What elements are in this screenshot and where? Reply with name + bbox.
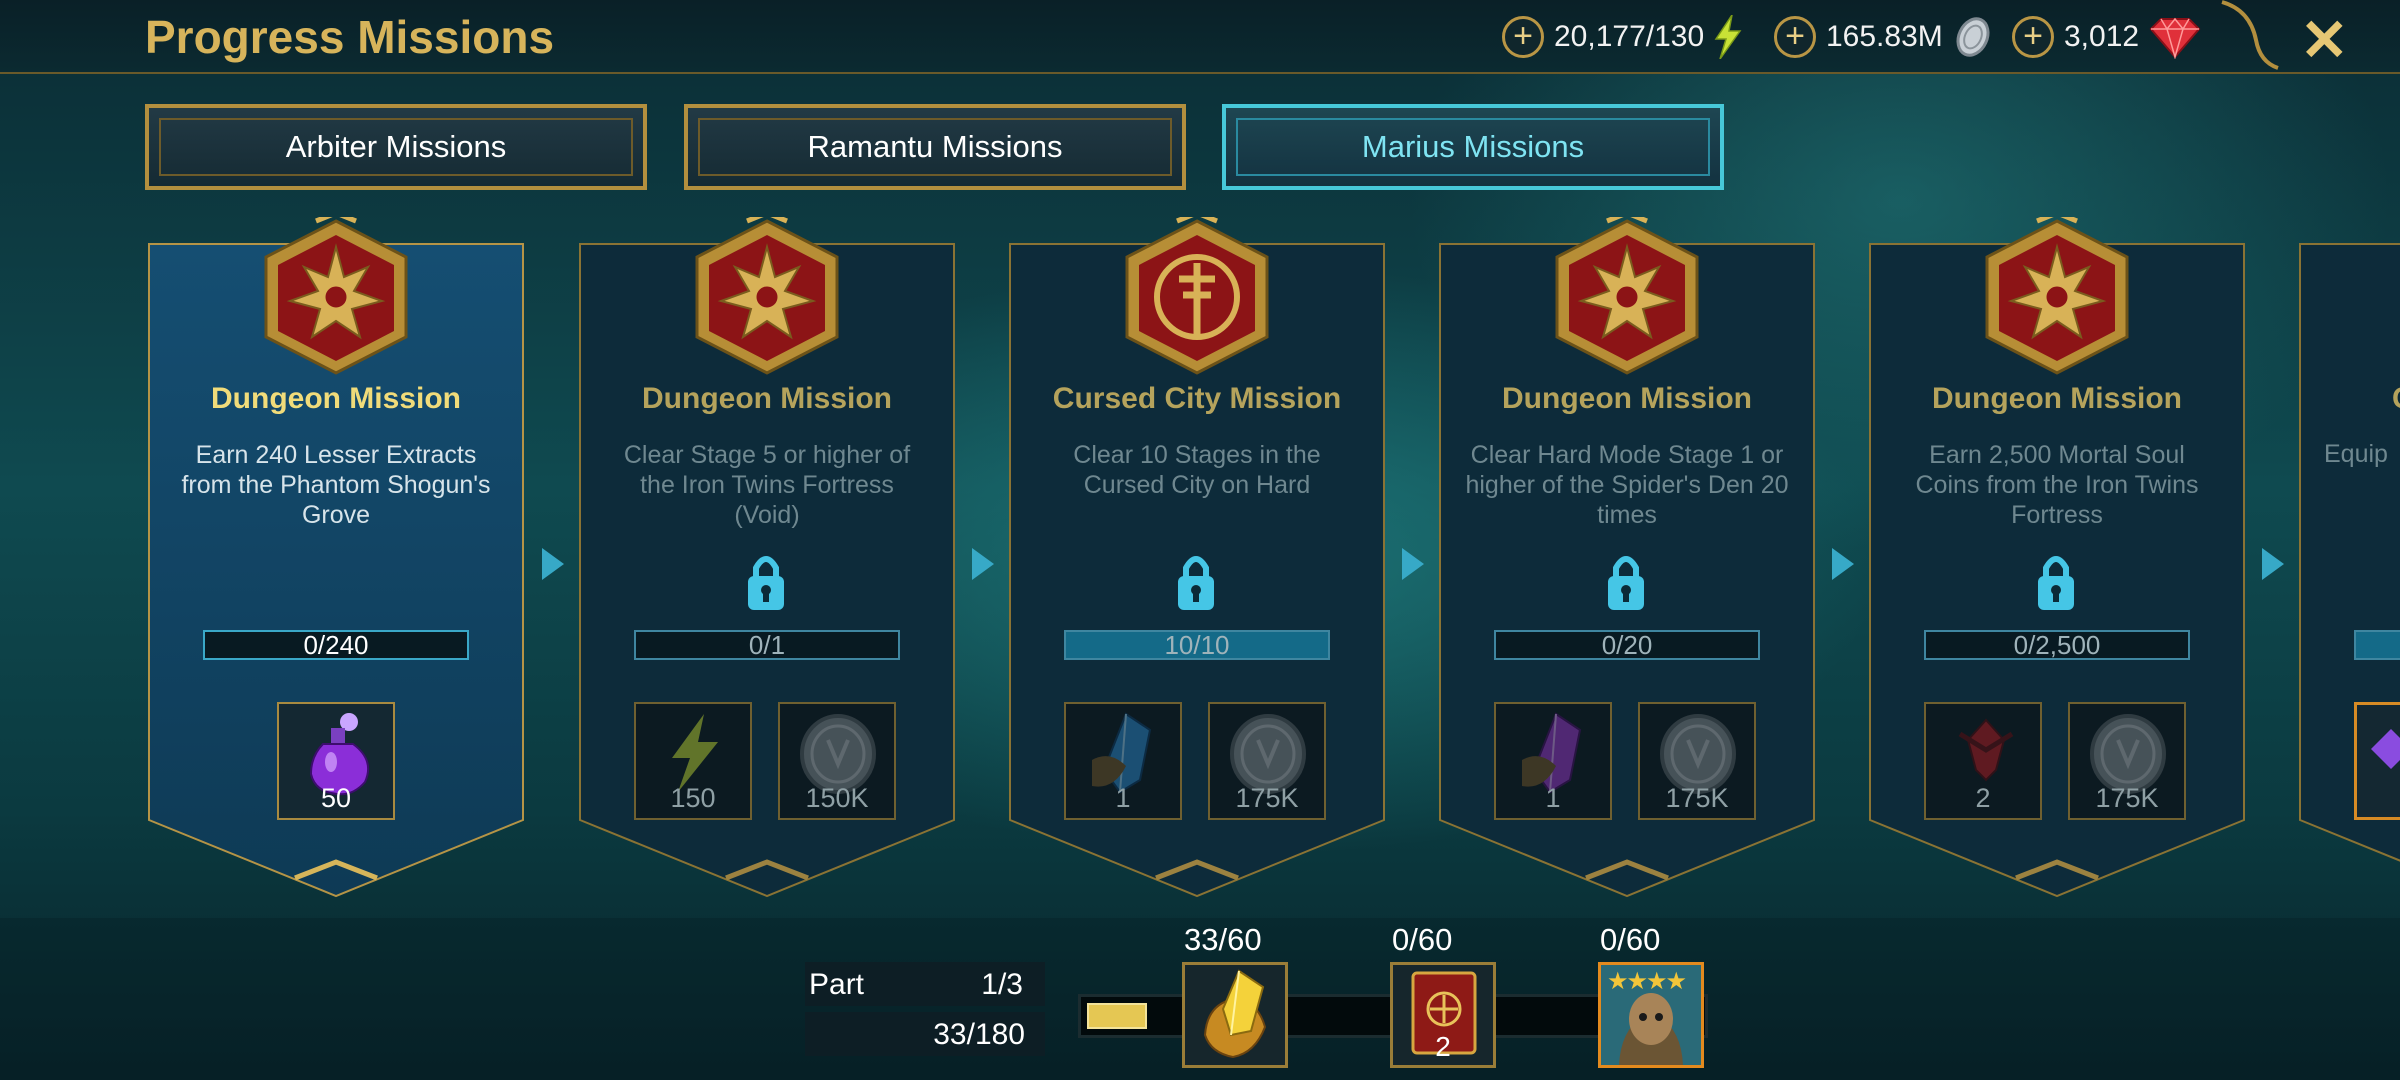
- ruby-gem-icon: [2147, 15, 2203, 59]
- mission-description: Earn 240 Lesser Extracts from the Phanto…: [181, 441, 491, 529]
- next-arrow-icon: [972, 548, 994, 580]
- purple-gem-icon: [2371, 729, 2400, 769]
- mission-title: Dungeon Mission: [1502, 382, 1752, 415]
- lock-icon: [2032, 552, 2080, 614]
- total-progress: 33/180: [933, 1018, 1025, 1051]
- next-arrow-icon: [2262, 548, 2284, 580]
- part-value: 1/3: [981, 968, 1023, 1001]
- reward-slot[interactable]: 175K: [2068, 702, 2186, 820]
- reward-slot[interactable]: [2354, 702, 2400, 820]
- part-label: Part: [809, 968, 865, 1001]
- add-energy-button[interactable]: +: [1502, 16, 1544, 58]
- mission-description: Earn 2,500 Mortal Soul Coins from the Ir…: [1915, 441, 2199, 529]
- lock-icon: [1172, 552, 1220, 614]
- gems-value: 3,012: [2064, 20, 2140, 53]
- mission-card-2[interactable]: Dungeon Mission Clear Stage 5 or higher …: [576, 170, 958, 900]
- lock-icon: [1602, 552, 1650, 614]
- mission-progress-text: 0/1: [748, 630, 786, 660]
- milestone-reward-2[interactable]: 2: [1390, 962, 1496, 1068]
- overall-progress-fill: [1087, 1003, 1147, 1029]
- mission-progress-bar: 0/20: [1494, 630, 1760, 660]
- reward-qty: 1: [1545, 783, 1561, 813]
- reward-qty: 175K: [1235, 783, 1299, 813]
- tab-label: Arbiter Missions: [159, 118, 633, 176]
- silver-resource: + 165.83M: [1774, 14, 1995, 60]
- mission-progress-bar: 0/240: [203, 630, 469, 660]
- reward-slot[interactable]: 150K: [778, 702, 896, 820]
- milestone-reward-1[interactable]: [1182, 962, 1288, 1068]
- dragon-crest-icon: [687, 217, 847, 377]
- mission-card-4[interactable]: Dungeon Mission Clear Hard Mode Stage 1 …: [1436, 170, 1818, 900]
- mission-description: Clear 10 Stages in the Cursed City on Ha…: [1073, 441, 1321, 499]
- mission-card-5[interactable]: Dungeon Mission Earn 2,500 Mortal Soul C…: [1866, 170, 2248, 900]
- mission-title: Dungeon Mission: [211, 382, 461, 415]
- add-gems-button[interactable]: +: [2012, 16, 2054, 58]
- lock-icon: [742, 552, 790, 614]
- page-title: Progress Missions: [145, 11, 555, 63]
- lightning-icon: [1712, 15, 1744, 59]
- total-progress-box: 33/180: [805, 1012, 1045, 1056]
- next-arrow-icon: [542, 548, 564, 580]
- mission-progress-text: 0/2,500: [2013, 630, 2101, 660]
- milestone-label: 0/60: [1392, 922, 1453, 957]
- reward-qty: 1: [1115, 783, 1131, 813]
- energy-resource: + 20,177/130: [1502, 14, 1744, 60]
- reward-qty: 175K: [2095, 783, 2159, 813]
- reward-qty: 2: [1975, 783, 1991, 813]
- part-indicator: Part 1/3: [805, 962, 1045, 1006]
- reward-slot[interactable]: 150: [634, 702, 752, 820]
- corner-ornament: [2221, 0, 2279, 70]
- reward-slot[interactable]: 1: [1064, 702, 1182, 820]
- milestone-label: 0/60: [1600, 922, 1661, 957]
- next-arrow-icon: [1402, 548, 1424, 580]
- cursed-city-crest-icon: [1117, 217, 1277, 377]
- mission-title: Dungeon Mission: [1932, 382, 2182, 415]
- close-icon[interactable]: ✕: [2300, 6, 2349, 74]
- mission-progress-text: 10/10: [1164, 630, 1230, 660]
- energy-value: 20,177/130: [1554, 20, 1705, 53]
- dragon-crest-icon: [1547, 217, 1707, 377]
- mission-description: Clear Stage 5 or higher of the Iron Twin…: [623, 441, 911, 529]
- mission-title: Dungeon Mission: [642, 382, 892, 415]
- tab-label: Marius Missions: [1236, 118, 1710, 176]
- top-bar: Progress Missions + 20,177/130 + 165.83M…: [0, 0, 2400, 74]
- mission-progress-bar: 0/1: [634, 630, 900, 660]
- reward-slot[interactable]: 50: [277, 702, 395, 820]
- reward-qty: 50: [320, 783, 352, 813]
- mission-progress-text: 0/240: [303, 630, 369, 660]
- gold-helmet-shard-icon: [1203, 969, 1267, 1059]
- reward-qty: 150: [670, 783, 716, 813]
- gems-resource: + 3,012: [2012, 14, 2203, 60]
- mission-title: Cursed City Mission: [1052, 382, 1342, 415]
- reward-slot[interactable]: 2: [1924, 702, 2042, 820]
- reward-qty: 150K: [805, 783, 869, 813]
- milestone-reward-3[interactable]: ★★★★: [1598, 962, 1704, 1068]
- mission-progress-text: 0/20: [1601, 630, 1653, 660]
- reward-slot[interactable]: 1: [1494, 702, 1612, 820]
- dragon-crest-icon: [256, 217, 416, 377]
- reward-qty: 175K: [1665, 783, 1729, 813]
- mission-description: Equip: [2324, 440, 2388, 468]
- mission-progress-bar: 10/10: [1064, 630, 1330, 660]
- mission-description: Clear Hard Mode Stage 1 or higher of the…: [1465, 441, 1789, 529]
- milestone-label: 33/60: [1184, 922, 1262, 957]
- hero-stars: ★★★★: [1607, 968, 1687, 995]
- silver-value: 165.83M: [1826, 20, 1943, 53]
- mission-card-6[interactable]: C Equip: [2296, 170, 2400, 900]
- next-arrow-icon: [1832, 548, 1854, 580]
- mission-card-3[interactable]: Cursed City Mission Clear 10 Stages in t…: [1006, 170, 1388, 900]
- milestone-qty: 2: [1435, 1031, 1451, 1062]
- mission-progress-bar: 0/2,500: [1924, 630, 2190, 660]
- silver-coin-icon: [1951, 15, 1995, 59]
- reward-slot[interactable]: 175K: [1208, 702, 1326, 820]
- mission-card-1[interactable]: Dungeon Mission Earn 240 Lesser Extracts…: [145, 170, 527, 900]
- mission-title: C: [2392, 382, 2400, 416]
- add-silver-button[interactable]: +: [1774, 16, 1816, 58]
- dragon-crest-icon: [1977, 217, 2137, 377]
- reward-slot[interactable]: 175K: [1638, 702, 1756, 820]
- tab-label: Ramantu Missions: [698, 118, 1172, 176]
- mission-progress-bar: [2354, 630, 2400, 660]
